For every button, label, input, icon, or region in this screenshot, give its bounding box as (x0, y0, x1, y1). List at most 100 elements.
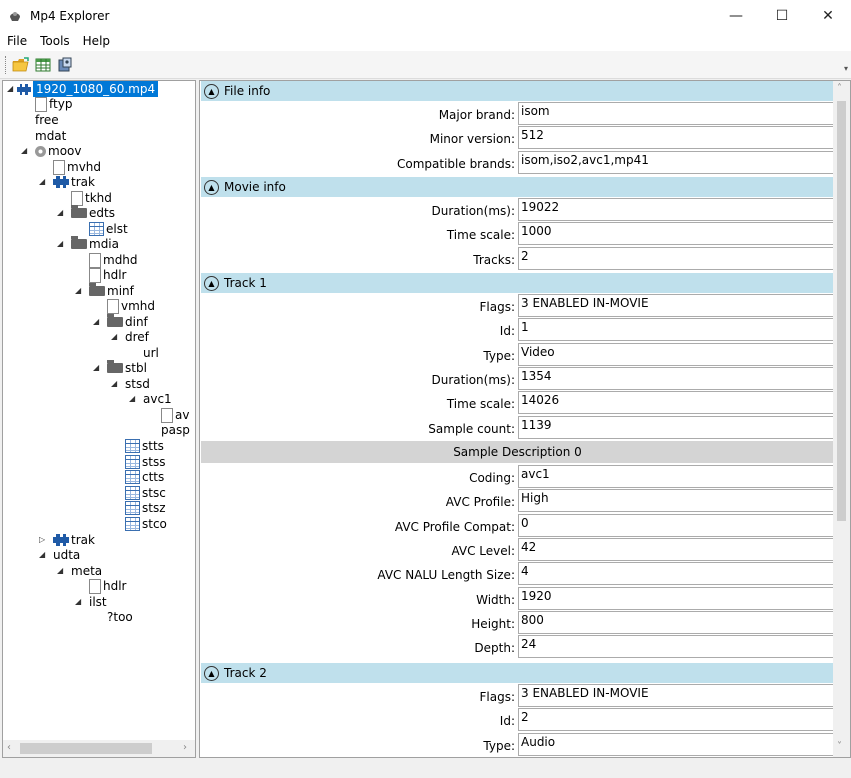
tree-view[interactable]: ◢ 1920_1080_60.mp4 ftyp free mdat ◢ moov mvhd ◢ t… (2, 80, 196, 758)
tree-item-stbl[interactable]: ◢ stbl (93, 360, 147, 376)
tree-item-url[interactable]: url (143, 345, 159, 361)
tree-item-root[interactable]: ◢ 1920_1080_60.mp4 (3, 81, 159, 97)
file-info-field-value[interactable]: isom,iso2,avc1,mp41 (518, 150, 834, 174)
collapse-chevron-icon[interactable]: ▲ (204, 665, 219, 681)
tree-item-ftyp[interactable]: ftyp (35, 96, 72, 112)
expand-open-icon[interactable]: ◢ (39, 174, 45, 190)
sample-desc-field-value[interactable]: 1920 (518, 586, 834, 610)
movie-info-field-value[interactable]: 2 (518, 246, 834, 270)
expand-open-icon[interactable]: ◢ (93, 360, 99, 376)
collapse-chevron-icon[interactable]: ▲ (204, 275, 219, 291)
expand-open-icon[interactable]: ◢ (111, 376, 117, 392)
collapse-chevron-icon[interactable]: ▲ (204, 179, 219, 195)
tree-horizontal-scrollbar[interactable]: ‹ › (3, 740, 195, 757)
movie-info-field-value[interactable]: 19022 (518, 198, 834, 221)
scroll-left-icon[interactable]: ‹ (7, 742, 11, 753)
sample-desc-field-value[interactable]: 0 (518, 513, 834, 537)
tree-item-stco[interactable]: stco (125, 516, 167, 532)
track2-field-value[interactable]: Audio (518, 732, 834, 756)
expand-open-icon[interactable]: ◢ (129, 391, 135, 407)
tree-item-meta[interactable]: ◢ meta (57, 563, 102, 579)
tree-item-stss[interactable]: stss (125, 454, 165, 470)
menu-tools[interactable]: Tools (33, 34, 76, 48)
scroll-down-icon[interactable]: ˅ (837, 741, 842, 752)
menu-help[interactable]: Help (76, 34, 116, 48)
tree-item-free[interactable]: free (35, 112, 59, 128)
tree-item-dref[interactable]: ◢ dref (111, 329, 149, 345)
section-track-1[interactable]: ▲ Track 1 (201, 273, 834, 293)
tree-item-hdlr[interactable]: hdlr (89, 578, 127, 594)
tree-item-trak[interactable]: ◢ trak (39, 174, 95, 190)
sample-desc-field-value[interactable]: High (518, 489, 834, 513)
tree-item-tkhd[interactable]: tkhd (71, 190, 112, 206)
track2-field-value[interactable]: 2 (518, 708, 834, 732)
sample-desc-field-value[interactable]: 24 (518, 635, 834, 659)
tree-item-mdia[interactable]: ◢ mdia (57, 236, 119, 252)
minimize-button[interactable]: — (713, 0, 759, 31)
sample-desc-field-value[interactable]: avc1 (518, 465, 834, 488)
track1-field-value[interactable]: 1354 (518, 366, 834, 390)
expand-open-icon[interactable]: ◢ (75, 283, 81, 299)
track1-field-value[interactable]: Video (518, 342, 834, 366)
tree-item-trak[interactable]: ▷ trak (39, 532, 95, 548)
section-track-2[interactable]: ▲ Track 2 (201, 663, 834, 683)
tree-item-mdhd[interactable]: mdhd (89, 252, 138, 268)
tree-item-mdat[interactable]: mdat (35, 128, 66, 144)
tree-item-stsd[interactable]: ◢ stsd (111, 376, 150, 392)
expand-open-icon[interactable]: ◢ (57, 236, 63, 252)
track1-field-value[interactable]: 1 (518, 318, 834, 342)
toolbar-overflow[interactable]: ▾ (844, 64, 848, 73)
tree-item-too[interactable]: ?too (107, 609, 133, 625)
scroll-up-icon[interactable]: ˄ (837, 83, 842, 94)
tree-item-vmhd[interactable]: vmhd (107, 298, 155, 314)
tree-item-stts[interactable]: stts (125, 438, 164, 454)
toolbar-grip[interactable] (5, 55, 8, 74)
section-movie-info[interactable]: ▲ Movie info (201, 177, 834, 197)
expand-closed-icon[interactable]: ▷ (39, 532, 45, 548)
tree-scroll-thumb[interactable] (20, 743, 152, 754)
sample-desc-field-value[interactable]: 42 (518, 537, 834, 561)
expand-open-icon[interactable]: ◢ (7, 81, 13, 97)
scroll-right-icon[interactable]: › (183, 742, 187, 753)
close-button[interactable]: ✕ (805, 0, 851, 31)
tree-item-av[interactable]: av (161, 407, 189, 423)
file-info-field-value[interactable]: 512 (518, 126, 834, 150)
expand-open-icon[interactable]: ◢ (39, 547, 45, 563)
sample-desc-field-value[interactable]: 800 (518, 610, 834, 634)
tree-item-pasp[interactable]: pasp (161, 422, 190, 438)
expand-open-icon[interactable]: ◢ (111, 329, 117, 345)
tree-item-hdlr[interactable]: hdlr (89, 267, 127, 283)
maximize-button[interactable]: ☐ (759, 0, 805, 31)
tree-item-elst[interactable]: elst (89, 221, 128, 237)
expand-open-icon[interactable]: ◢ (57, 563, 63, 579)
menu-file[interactable]: File (0, 34, 33, 48)
expand-open-icon[interactable]: ◢ (21, 143, 27, 159)
tree-item-minf[interactable]: ◢ minf (75, 283, 134, 299)
track1-field-value[interactable]: 14026 (518, 391, 834, 415)
expand-open-icon[interactable]: ◢ (75, 594, 81, 610)
sample-desc-field-value[interactable]: 4 (518, 562, 834, 586)
tree-item-ilst[interactable]: ◢ ilst (75, 594, 107, 610)
tree-item-avc1[interactable]: ◢ avc1 (129, 391, 172, 407)
detail-vertical-scrollbar[interactable]: ˄ ˅ (833, 81, 850, 757)
collapse-chevron-icon[interactable]: ▲ (204, 83, 219, 99)
section-file-info[interactable]: ▲ File info (201, 81, 834, 101)
movie-info-field-value[interactable]: 1000 (518, 222, 834, 246)
tree-item-udta[interactable]: ◢ udta (39, 547, 80, 563)
file-info-field-value[interactable]: isom (518, 102, 834, 125)
export-button[interactable] (55, 55, 75, 75)
expand-open-icon[interactable]: ◢ (57, 205, 63, 221)
tree-item-stsz[interactable]: stsz (125, 500, 166, 516)
open-folder-button[interactable] (11, 55, 31, 75)
track1-field-value[interactable]: 1139 (518, 415, 834, 439)
tree-item-edts[interactable]: ◢ edts (57, 205, 115, 221)
tree-item-moov[interactable]: ◢ moov (21, 143, 81, 159)
grid-button[interactable] (33, 55, 53, 75)
track2-field-value[interactable]: 3 ENABLED IN-MOVIE (518, 684, 834, 707)
tree-item-ctts[interactable]: ctts (125, 469, 164, 485)
expand-open-icon[interactable]: ◢ (93, 314, 99, 330)
detail-scroll-thumb[interactable] (837, 101, 846, 521)
tree-item-mvhd[interactable]: mvhd (53, 159, 101, 175)
track1-field-value[interactable]: 3 ENABLED IN-MOVIE (518, 294, 834, 317)
tree-item-dinf[interactable]: ◢ dinf (93, 314, 148, 330)
